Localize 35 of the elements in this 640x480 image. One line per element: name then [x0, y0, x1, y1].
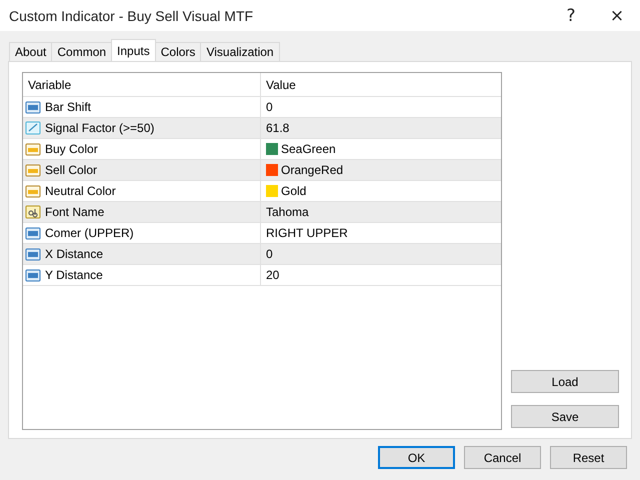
value-text[interactable]: SeaGreen: [281, 142, 336, 156]
value-text[interactable]: 0: [266, 100, 273, 114]
side-button[interactable]: Save: [511, 405, 619, 428]
value-text[interactable]: Gold: [281, 184, 306, 198]
dialog-button[interactable]: Reset: [550, 446, 627, 469]
variable-name: Bar Shift: [45, 100, 92, 114]
tab[interactable]: Inputs: [111, 39, 156, 61]
value-text[interactable]: Tahoma: [266, 205, 309, 219]
color-icon: [25, 183, 41, 199]
color-icon: [25, 141, 41, 157]
value-text[interactable]: OrangeRed: [281, 163, 344, 177]
column-header[interactable]: Value: [266, 78, 296, 92]
side-button[interactable]: Load: [511, 370, 619, 393]
tab[interactable]: Visualization: [200, 42, 280, 61]
color-icon: [25, 162, 41, 178]
value-text[interactable]: 0: [266, 247, 273, 261]
column-header[interactable]: Variable: [28, 78, 72, 92]
tab[interactable]: About: [9, 42, 52, 61]
variable-name: Buy Color: [45, 142, 98, 156]
variable-name: Neutral Color: [45, 184, 116, 198]
variable-name: Font Name: [45, 205, 104, 219]
value-text[interactable]: 20: [266, 268, 280, 282]
variable-name: Y Distance: [45, 268, 103, 282]
help-button[interactable]: ?: [548, 0, 594, 31]
value-text[interactable]: RIGHT UPPER: [266, 226, 348, 240]
dialog-button[interactable]: OK: [378, 446, 455, 469]
close-button[interactable]: ×: [594, 0, 640, 31]
variable-name: Comer (UPPER): [45, 226, 134, 240]
fraction-icon: [25, 120, 41, 136]
value-text[interactable]: 61.8: [266, 121, 290, 135]
window-title: Custom Indicator - Buy Sell Visual MTF: [9, 8, 254, 24]
variable-name: Sell Color: [45, 163, 98, 177]
variable-name: X Distance: [45, 247, 104, 261]
variable-name: Signal Factor (>=50): [45, 121, 154, 135]
dialog-button[interactable]: Cancel: [464, 446, 541, 469]
